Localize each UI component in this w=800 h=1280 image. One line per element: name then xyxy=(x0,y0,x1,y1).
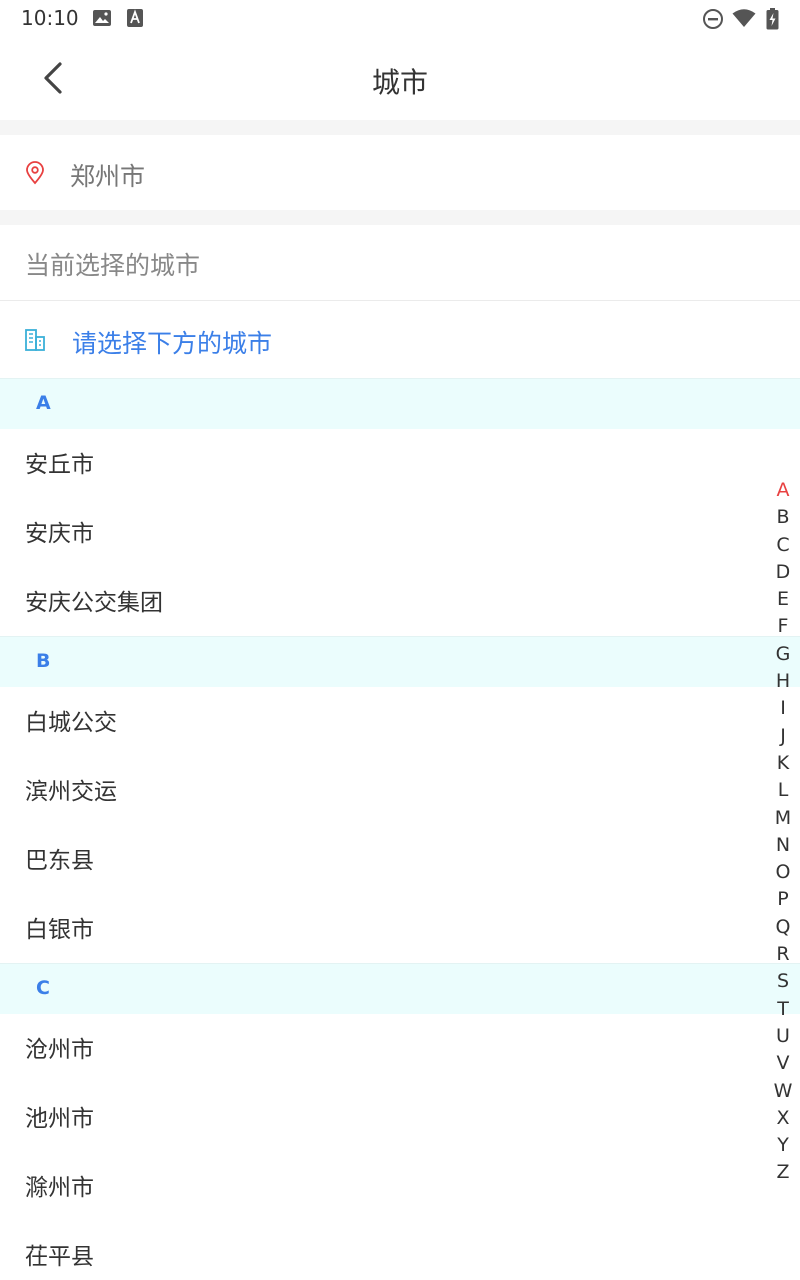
city-item[interactable]: 滨州交运 xyxy=(0,756,800,825)
alphabet-index-n[interactable]: N xyxy=(770,832,796,859)
city-name: 安丘市 xyxy=(25,452,94,478)
section-gap xyxy=(0,120,800,135)
city-name: 滁州市 xyxy=(25,1175,94,1201)
city-item[interactable]: 池州市 xyxy=(0,1083,800,1152)
alphabet-index-q[interactable]: Q xyxy=(770,914,796,941)
alphabet-index-e[interactable]: E xyxy=(770,586,796,613)
building-icon xyxy=(24,328,46,356)
app-header: 城市 xyxy=(0,36,800,120)
section-header-c: C xyxy=(0,963,800,1014)
page-title: 城市 xyxy=(371,66,428,99)
city-list: A 安丘市 安庆市 安庆公交集团 B 白城公交 滨州交运 巴东县 白银市 C 沧… xyxy=(0,378,800,1280)
city-item[interactable]: 沧州市 xyxy=(0,1014,800,1083)
section-letter: A xyxy=(36,392,51,414)
city-name: 安庆公交集团 xyxy=(25,590,163,616)
city-item[interactable]: 安庆公交集团 xyxy=(0,567,800,636)
location-pin-icon xyxy=(24,161,46,189)
city-name: 白银市 xyxy=(25,917,94,943)
current-selection-label: 当前选择的城市 xyxy=(25,251,201,280)
city-name: 白城公交 xyxy=(25,710,117,736)
alphabet-index-h[interactable]: H xyxy=(770,668,796,695)
section-header-b: B xyxy=(0,636,800,687)
do-not-disturb-icon xyxy=(702,8,724,34)
alphabet-index-t[interactable]: T xyxy=(770,996,796,1023)
city-name: 滨州交运 xyxy=(25,779,117,805)
status-bar: 10:10 xyxy=(0,0,800,36)
alphabet-index-m[interactable]: M xyxy=(770,805,796,832)
city-name: 茌平县 xyxy=(25,1244,94,1270)
city-item[interactable]: 茌平县 xyxy=(0,1221,800,1280)
alphabet-index-i[interactable]: I xyxy=(770,695,796,722)
city-name: 池州市 xyxy=(25,1106,94,1132)
divider xyxy=(0,300,800,301)
city-item[interactable]: 安丘市 xyxy=(0,429,800,498)
alphabet-index: ABCDEFGHIJKLMNOPQRSTUVWXYZ xyxy=(770,477,796,1187)
alphabet-index-p[interactable]: P xyxy=(770,886,796,913)
section-letter: B xyxy=(36,650,51,672)
alphabet-index-j[interactable]: J xyxy=(770,723,796,750)
image-icon xyxy=(92,8,112,32)
city-name: 安庆市 xyxy=(25,521,94,547)
alphabet-index-c[interactable]: C xyxy=(770,532,796,559)
status-time: 10:10 xyxy=(21,6,79,30)
city-name: 沧州市 xyxy=(25,1037,94,1063)
city-name: 巴东县 xyxy=(25,848,94,874)
battery-charging-icon xyxy=(766,8,779,34)
alphabet-index-g[interactable]: G xyxy=(770,641,796,668)
alphabet-index-b[interactable]: B xyxy=(770,504,796,531)
alphabet-index-v[interactable]: V xyxy=(770,1050,796,1077)
alphabet-index-k[interactable]: K xyxy=(770,750,796,777)
section-letter: C xyxy=(36,977,50,999)
city-item[interactable]: 白城公交 xyxy=(0,687,800,756)
alphabet-index-u[interactable]: U xyxy=(770,1023,796,1050)
alphabet-index-w[interactable]: W xyxy=(770,1078,796,1105)
location-city: 郑州市 xyxy=(70,162,146,191)
current-location-row[interactable]: 郑州市 xyxy=(0,135,800,210)
city-item[interactable]: 安庆市 xyxy=(0,498,800,567)
city-item[interactable]: 白银市 xyxy=(0,894,800,963)
alphabet-index-y[interactable]: Y xyxy=(770,1132,796,1159)
section-gap xyxy=(0,210,800,225)
alphabet-index-x[interactable]: X xyxy=(770,1105,796,1132)
city-item[interactable]: 滁州市 xyxy=(0,1152,800,1221)
alphabet-index-f[interactable]: F xyxy=(770,613,796,640)
alphabet-index-r[interactable]: R xyxy=(770,941,796,968)
font-a-icon xyxy=(126,8,144,32)
alphabet-index-s[interactable]: S xyxy=(770,968,796,995)
alphabet-index-l[interactable]: L xyxy=(770,777,796,804)
alphabet-index-z[interactable]: Z xyxy=(770,1159,796,1186)
city-select-page: 10:10 城市 郑州市 当前选择的城市 请选择下方的城市 A 安丘市 安庆市 … xyxy=(0,0,800,1280)
city-item[interactable]: 巴东县 xyxy=(0,825,800,894)
wifi-icon xyxy=(732,8,756,32)
current-city-value: 请选择下方的城市 xyxy=(72,329,273,358)
alphabet-index-d[interactable]: D xyxy=(770,559,796,586)
alphabet-index-o[interactable]: O xyxy=(770,859,796,886)
section-header-a: A xyxy=(0,378,800,429)
alphabet-index-a[interactable]: A xyxy=(770,477,796,504)
current-city-row: 请选择下方的城市 xyxy=(0,302,800,377)
